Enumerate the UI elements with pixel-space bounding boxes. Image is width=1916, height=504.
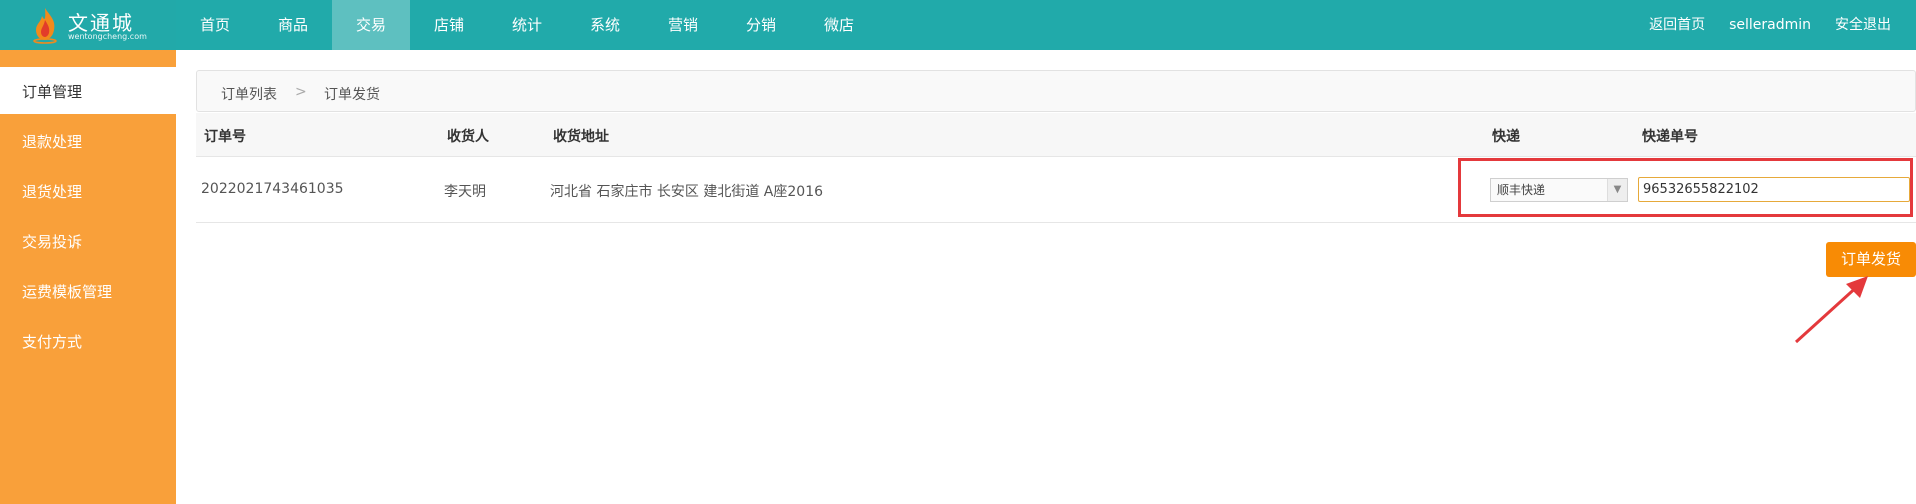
breadcrumb-current: 订单发货 — [324, 87, 380, 103]
header-courier: 快递 — [1492, 129, 1520, 145]
nav-item-distribution[interactable]: 分销 — [722, 0, 800, 50]
breadcrumb-order-list[interactable]: 订单列表 — [221, 84, 277, 104]
username-link[interactable]: selleradmin — [1729, 0, 1811, 50]
table-header: 订单号 收货人 收货地址 快递 快递单号 — [196, 113, 1916, 157]
sidebar-item-return[interactable]: 退货处理 — [0, 167, 176, 217]
top-navigation-bar: 文通城 wentongcheng.com 首页 商品 交易 店铺 统计 系统 营… — [0, 0, 1916, 50]
header-address: 收货地址 — [553, 129, 609, 145]
nav-item-stats[interactable]: 统计 — [488, 0, 566, 50]
sidebar-item-complaint[interactable]: 交易投诉 — [0, 217, 176, 267]
nav-item-goods[interactable]: 商品 — [254, 0, 332, 50]
user-nav: 返回首页 selleradmin 安全退出 — [1625, 0, 1891, 50]
tracking-number-input[interactable]: 96532655822102 — [1638, 177, 1910, 202]
header-tracking-no: 快递单号 — [1642, 129, 1698, 145]
nav-item-microstore[interactable]: 微店 — [800, 0, 878, 50]
logout-link[interactable]: 安全退出 — [1835, 0, 1891, 50]
breadcrumb-separator: > — [295, 84, 307, 100]
main-nav: 首页 商品 交易 店铺 统计 系统 营销 分销 微店 — [176, 0, 878, 50]
nav-item-marketing[interactable]: 营销 — [644, 0, 722, 50]
sidebar-top-strip — [0, 50, 176, 67]
nav-item-system[interactable]: 系统 — [566, 0, 644, 50]
sidebar: 订单管理 退款处理 退货处理 交易投诉 运费模板管理 支付方式 — [0, 50, 176, 504]
sidebar-item-order-management[interactable]: 订单管理 — [0, 67, 176, 117]
cell-order-no: 2022021743461035 — [201, 181, 344, 197]
flame-logo-icon — [33, 8, 57, 44]
logo[interactable]: 文通城 wentongcheng.com — [0, 0, 176, 50]
header-receiver: 收货人 — [447, 129, 489, 145]
chevron-down-icon[interactable]: ▼ — [1607, 179, 1627, 201]
nav-item-store[interactable]: 店铺 — [410, 0, 488, 50]
cell-receiver: 李天明 — [444, 184, 486, 200]
pointer-arrow-annotation — [1794, 276, 1868, 344]
courier-select-value: 顺丰快递 — [1497, 183, 1546, 197]
back-home-link[interactable]: 返回首页 — [1649, 0, 1705, 50]
nav-item-trade[interactable]: 交易 — [332, 0, 410, 50]
sidebar-item-shipping-template[interactable]: 运费模板管理 — [0, 267, 176, 317]
nav-item-home[interactable]: 首页 — [176, 0, 254, 50]
sidebar-item-payment[interactable]: 支付方式 — [0, 317, 176, 367]
brand-domain: wentongcheng.com — [68, 32, 147, 41]
cell-address: 河北省 石家庄市 长安区 建北街道 A座2016 — [550, 184, 824, 200]
header-order-no: 订单号 — [204, 129, 246, 145]
breadcrumb: 订单列表 > 订单发货 — [196, 70, 1916, 112]
sidebar-item-refund[interactable]: 退款处理 — [0, 117, 176, 167]
courier-select[interactable]: 顺丰快递 ▼ — [1490, 178, 1628, 202]
